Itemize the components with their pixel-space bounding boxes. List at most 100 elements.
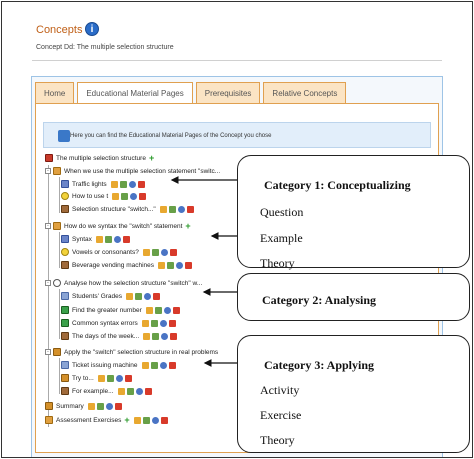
book-icon xyxy=(61,387,69,395)
info-icon xyxy=(58,130,70,142)
collapse-icon[interactable]: - xyxy=(45,349,51,355)
tools-icon[interactable] xyxy=(96,402,104,410)
magnify-icon[interactable] xyxy=(151,416,159,424)
tree-item[interactable]: Students' Grades xyxy=(61,291,161,301)
delete-icon[interactable] xyxy=(153,292,161,300)
magnify-icon[interactable] xyxy=(128,180,136,188)
tree-item[interactable]: Ticket issuing machine xyxy=(61,360,176,370)
delete-icon[interactable] xyxy=(172,306,180,314)
delete-icon[interactable] xyxy=(139,192,147,200)
tools-icon[interactable] xyxy=(152,332,160,340)
magnify-icon[interactable] xyxy=(159,319,167,327)
delete-icon[interactable] xyxy=(137,180,145,188)
edit-icon[interactable] xyxy=(126,292,134,300)
edit-icon[interactable] xyxy=(133,416,141,424)
add-icon[interactable]: + xyxy=(124,416,129,425)
tab-prerequisites[interactable]: Prerequisites xyxy=(195,82,261,104)
delete-icon[interactable] xyxy=(170,332,178,340)
edit-icon[interactable] xyxy=(110,180,118,188)
tree-item[interactable]: Find the greater number xyxy=(61,305,180,315)
edit-icon[interactable] xyxy=(97,374,105,382)
delete-icon[interactable] xyxy=(185,261,193,269)
magnify-icon[interactable] xyxy=(130,192,138,200)
magnify-icon[interactable] xyxy=(113,235,121,243)
delete-icon[interactable] xyxy=(122,235,130,243)
tools-icon[interactable] xyxy=(104,235,112,243)
tree-assessment[interactable]: Assessment Exercises + xyxy=(45,415,168,425)
tree-group[interactable]: - Apply the "switch" selection structure… xyxy=(45,347,218,357)
tree-item[interactable]: The days of the week... xyxy=(61,331,178,341)
magnify-icon[interactable] xyxy=(160,248,168,256)
edit-icon[interactable] xyxy=(87,402,95,410)
item-toolbar xyxy=(141,319,176,327)
magnify-icon[interactable] xyxy=(115,374,123,382)
tree-summary[interactable]: Summary xyxy=(45,401,122,411)
delete-icon[interactable] xyxy=(168,361,176,369)
tree-item[interactable]: Traffic lights xyxy=(61,179,145,189)
edit-icon[interactable] xyxy=(142,248,150,256)
tools-icon[interactable] xyxy=(167,261,175,269)
tree-group[interactable]: - How do we syntax the "switch" statemen… xyxy=(45,221,191,231)
tools-icon[interactable] xyxy=(119,180,127,188)
edit-icon[interactable] xyxy=(117,387,125,395)
category-1-title: Category 1: Conceptualizing xyxy=(264,178,411,192)
tree-item[interactable]: For example... xyxy=(61,386,152,396)
tree-item[interactable]: Beverage vending machines xyxy=(61,260,193,270)
pen-icon xyxy=(53,348,61,356)
magnify-icon[interactable] xyxy=(177,205,185,213)
tree-item[interactable]: Common syntax errors xyxy=(61,318,176,328)
magnify-icon[interactable] xyxy=(163,306,171,314)
edit-icon[interactable] xyxy=(145,306,153,314)
tab-educational-material-pages[interactable]: Educational Material Pages xyxy=(77,82,193,104)
tools-icon[interactable] xyxy=(126,387,134,395)
tools-icon[interactable] xyxy=(168,205,176,213)
tree-item[interactable]: Syntax xyxy=(61,234,130,244)
edit-icon[interactable] xyxy=(143,332,151,340)
collapse-icon[interactable]: - xyxy=(45,168,51,174)
magnify-icon[interactable] xyxy=(161,332,169,340)
item-toolbar xyxy=(87,402,122,410)
tree-item-label: Ticket issuing machine xyxy=(72,361,138,369)
add-icon[interactable]: + xyxy=(185,222,190,231)
magnify-icon[interactable] xyxy=(159,361,167,369)
delete-icon[interactable] xyxy=(114,402,122,410)
collapse-icon[interactable]: - xyxy=(45,223,51,229)
tools-icon[interactable] xyxy=(151,248,159,256)
edit-icon[interactable] xyxy=(112,192,120,200)
category-1-item: Question xyxy=(260,205,304,219)
edit-icon[interactable] xyxy=(159,205,167,213)
tree-item[interactable]: Try to... xyxy=(61,373,132,383)
tools-icon[interactable] xyxy=(150,319,158,327)
tools-icon[interactable] xyxy=(154,306,162,314)
tools-icon[interactable] xyxy=(150,361,158,369)
tree-item[interactable]: Vowels or consonants? xyxy=(61,247,177,257)
collapse-icon[interactable]: - xyxy=(45,280,51,286)
tools-icon[interactable] xyxy=(106,374,114,382)
tree-item[interactable]: How to use t xyxy=(61,191,147,201)
delete-icon[interactable] xyxy=(124,374,132,382)
magnify-icon[interactable] xyxy=(176,261,184,269)
tree-group[interactable]: - When we use the multiple selection sta… xyxy=(45,166,220,176)
delete-icon[interactable] xyxy=(160,416,168,424)
magnify-icon[interactable] xyxy=(105,402,113,410)
edit-icon[interactable] xyxy=(141,319,149,327)
delete-icon[interactable] xyxy=(168,319,176,327)
delete-icon[interactable] xyxy=(144,387,152,395)
delete-icon[interactable] xyxy=(169,248,177,256)
tab-home[interactable]: Home xyxy=(35,82,75,104)
delete-icon[interactable] xyxy=(186,205,194,213)
tree-group[interactable]: - Analyse how the selection structure "s… xyxy=(45,278,202,288)
tree-root[interactable]: The multiple selection structure + xyxy=(45,153,154,163)
info-icon[interactable]: i xyxy=(85,22,99,36)
add-icon[interactable]: + xyxy=(149,154,154,163)
tools-icon[interactable] xyxy=(135,292,143,300)
edit-icon[interactable] xyxy=(158,261,166,269)
edit-icon[interactable] xyxy=(95,235,103,243)
tools-icon[interactable] xyxy=(121,192,129,200)
tab-relative-concepts[interactable]: Relative Concepts xyxy=(263,82,347,104)
magnify-icon[interactable] xyxy=(135,387,143,395)
tree-item[interactable]: Selection structure "switch..." xyxy=(61,204,194,214)
tools-icon[interactable] xyxy=(142,416,150,424)
magnify-icon[interactable] xyxy=(144,292,152,300)
edit-icon[interactable] xyxy=(141,361,149,369)
